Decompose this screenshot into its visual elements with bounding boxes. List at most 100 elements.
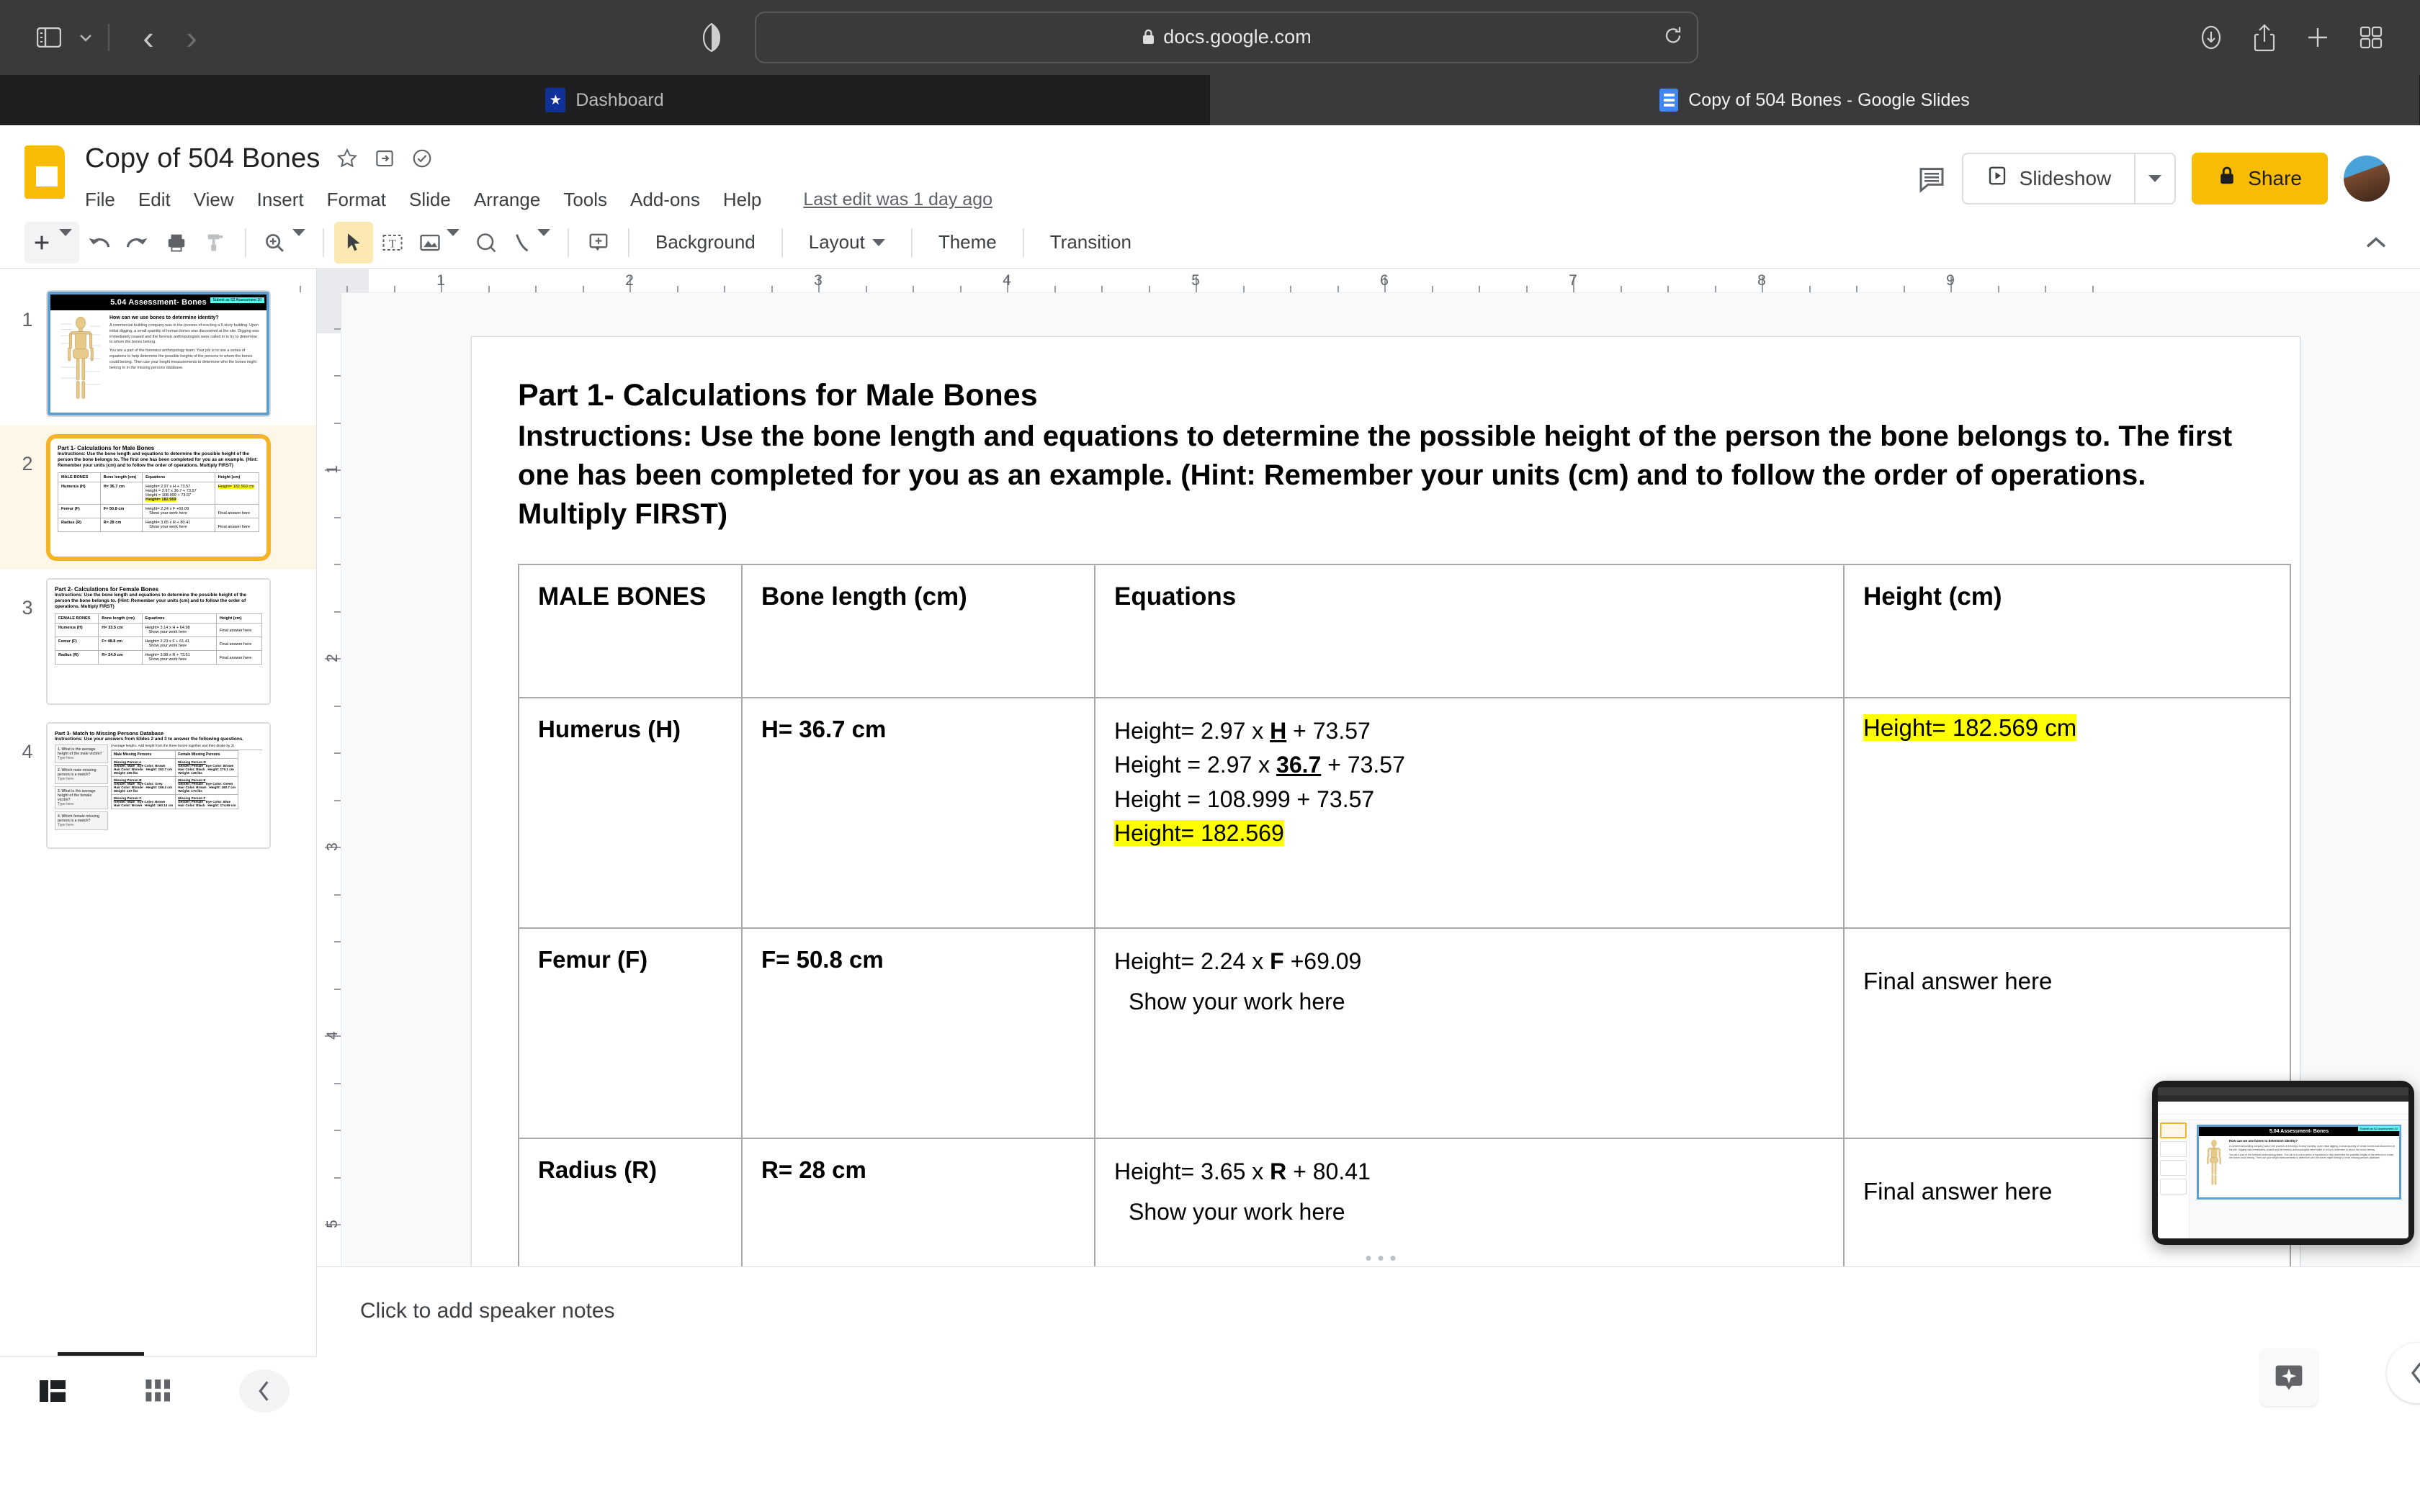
- menu-arrange[interactable]: Arrange: [474, 183, 554, 217]
- grid-view-icon[interactable]: [133, 1369, 184, 1413]
- paint-format-icon[interactable]: [196, 222, 235, 264]
- menu-tools[interactable]: Tools: [563, 183, 620, 217]
- pip-content: Submit as S2 Assessment 10 5.04 Assessme…: [2158, 1087, 2408, 1238]
- vertical-ruler[interactable]: 1 2 3 4 5: [317, 293, 341, 1367]
- share-button[interactable]: Share: [2192, 152, 2328, 204]
- slideshow-label-group: Slideshow: [1963, 165, 2135, 192]
- hair-color: Hair Color: Brown: [114, 804, 143, 808]
- zoom-dropdown-icon[interactable]: [292, 228, 305, 249]
- slide-table: FEMALE BONES Bone length (cm) Equations …: [54, 613, 263, 665]
- image-icon[interactable]: [412, 222, 467, 264]
- slide-thumbnail[interactable]: Part 2- Calculations for Female Bones In…: [46, 578, 271, 705]
- table-header-row: MALE BONES Bone length (cm) Equations He…: [518, 564, 2291, 699]
- screen-share-preview[interactable]: Submit as S2 Assessment 10 5.04 Assessme…: [2152, 1081, 2414, 1245]
- table-row-humerus: Humerus (H) H= 36.7 cm Height= 2.97 x H …: [518, 697, 2291, 930]
- thumbnail-content: Submit as S2 Assessment 10 5.04 Assessme…: [48, 292, 269, 415]
- back-icon[interactable]: ‹: [127, 16, 170, 59]
- new-slide-dropdown-icon[interactable]: [59, 228, 72, 249]
- menu-slide[interactable]: Slide: [409, 183, 464, 217]
- tab-dashboard[interactable]: ★ Dashboard: [0, 75, 1210, 125]
- share-icon[interactable]: [2243, 16, 2286, 59]
- ruler-tick: [1714, 286, 1716, 292]
- missing-persons-table: Male Missing Persons Female Missing Pers…: [110, 750, 239, 810]
- line-icon[interactable]: [506, 222, 557, 264]
- document-title[interactable]: Copy of 504 Bones: [85, 143, 321, 174]
- new-tab-icon[interactable]: [2296, 16, 2339, 59]
- weight: Weight: 170 lbs: [178, 789, 202, 793]
- filmstrip-slide-1[interactable]: 1 Submit as S2 Assessment 10 5.04 Assess…: [0, 282, 316, 426]
- slide-thumbnail[interactable]: Part 3- Match to Missing Persons Databas…: [46, 722, 271, 849]
- menu-insert[interactable]: Insert: [257, 183, 317, 217]
- chevron-up-icon[interactable]: [2357, 222, 2396, 264]
- explore-sparkle-icon[interactable]: [2260, 1349, 2318, 1406]
- layout-button[interactable]: Layout: [793, 231, 901, 253]
- filmstrip-slide-2[interactable]: 2 Part 1- Calculations for Male Bones In…: [0, 426, 316, 570]
- ruler-tick: [334, 941, 341, 942]
- bones-table[interactable]: MALE BONES Bone length (cm) Equations He…: [518, 564, 2291, 1347]
- tab-google-slides[interactable]: Copy of 504 Bones - Google Slides: [1210, 75, 2420, 125]
- forward-icon[interactable]: ›: [170, 16, 213, 59]
- comment-history-icon[interactable]: [1917, 164, 1946, 193]
- transition-button[interactable]: Transition: [1034, 231, 1147, 253]
- filmstrip-view-icon[interactable]: [27, 1369, 78, 1413]
- ruler-label: 9: [1946, 272, 1955, 289]
- filmstrip-slide-3[interactable]: 3 Part 2- Calculations for Female Bones …: [0, 570, 316, 714]
- slide-canvas[interactable]: Part 1- Calculations for Male Bones Inst…: [341, 293, 2420, 1387]
- redo-icon[interactable]: [118, 222, 157, 264]
- new-slide-icon[interactable]: [24, 221, 79, 264]
- menu-view[interactable]: View: [194, 183, 247, 217]
- menu-help[interactable]: Help: [723, 183, 774, 217]
- image-dropdown-icon[interactable]: [447, 228, 460, 249]
- filmstrip-footer: [0, 1356, 317, 1425]
- collapse-filmstrip-icon[interactable]: [238, 1369, 290, 1413]
- collapse-panel-icon[interactable]: [2387, 1343, 2420, 1403]
- menu-format[interactable]: Format: [327, 183, 399, 217]
- slideshow-button[interactable]: Slideshow: [1961, 152, 2177, 204]
- ruler-tick: [865, 286, 867, 292]
- last-edit-status[interactable]: Last edit was 1 day ago: [803, 189, 992, 210]
- address-bar[interactable]: docs.google.com: [755, 12, 1698, 63]
- zoom-icon[interactable]: [256, 222, 313, 264]
- pip-question: How can we use bones to determine identi…: [2229, 1139, 2298, 1143]
- text-box-icon[interactable]: T: [373, 222, 412, 264]
- filmstrip-slide-4[interactable]: 4 Part 3- Match to Missing Persons Datab…: [0, 714, 316, 858]
- ruler-tick: [676, 286, 678, 292]
- tab-overview-icon[interactable]: [2349, 16, 2393, 59]
- question-box: 4. Which female missing person is a matc…: [55, 811, 108, 831]
- slide-thumbnail[interactable]: Submit as S2 Assessment 10 5.04 Assessme…: [46, 290, 271, 417]
- sidebar-toggle-icon[interactable]: [27, 16, 71, 59]
- speaker-notes-panel[interactable]: Click to add speaker notes: [317, 1266, 2420, 1425]
- shape-icon[interactable]: [467, 222, 506, 264]
- th-height: Height (cm): [215, 613, 263, 624]
- cell-bone: Radius (R): [54, 649, 99, 665]
- undo-icon[interactable]: [79, 222, 118, 264]
- background-button[interactable]: Background: [640, 231, 771, 253]
- slide-thumbnail[interactable]: Part 1- Calculations for Male Bones Inst…: [46, 434, 271, 561]
- print-icon[interactable]: [157, 222, 196, 264]
- active-slide[interactable]: Part 1- Calculations for Male Bones Inst…: [471, 336, 2300, 1387]
- menu-file[interactable]: File: [85, 183, 128, 217]
- downloads-icon[interactable]: [2190, 16, 2233, 59]
- avatar[interactable]: [2344, 155, 2390, 202]
- horizontal-ruler[interactable]: 1 2 3 4 5 6 7 8 9: [299, 268, 2420, 293]
- move-to-folder-icon[interactable]: [374, 148, 395, 169]
- line-dropdown-icon[interactable]: [537, 228, 550, 249]
- address-text: docs.google.com: [1142, 26, 1312, 50]
- table-row: Missing Person C Gender: Male Eye Color:…: [110, 794, 239, 810]
- slideshow-dropdown-icon[interactable]: [2134, 153, 2174, 203]
- reload-icon[interactable]: [1662, 25, 1684, 50]
- shield-icon[interactable]: [690, 16, 733, 59]
- select-cursor-icon[interactable]: [334, 221, 373, 264]
- star-icon[interactable]: [336, 148, 358, 169]
- cloud-saved-icon[interactable]: [411, 148, 433, 169]
- menu-addons[interactable]: Add-ons: [630, 183, 713, 217]
- slide-filmstrip: 1 Submit as S2 Assessment 10 5.04 Assess…: [0, 269, 317, 1425]
- slide-instructions[interactable]: Instructions: Use the bone length and eq…: [518, 417, 2254, 534]
- add-comment-icon[interactable]: [579, 222, 618, 264]
- filmstrip-scroll[interactable]: 1 Submit as S2 Assessment 10 5.04 Assess…: [0, 269, 316, 1356]
- theme-button[interactable]: Theme: [923, 231, 1013, 253]
- chevron-down-icon[interactable]: [73, 16, 98, 59]
- menu-edit[interactable]: Edit: [138, 183, 184, 217]
- slide-heading[interactable]: Part 1- Calculations for Male Bones: [518, 376, 2254, 415]
- hair-color: Hair Color: Black: [178, 804, 205, 808]
